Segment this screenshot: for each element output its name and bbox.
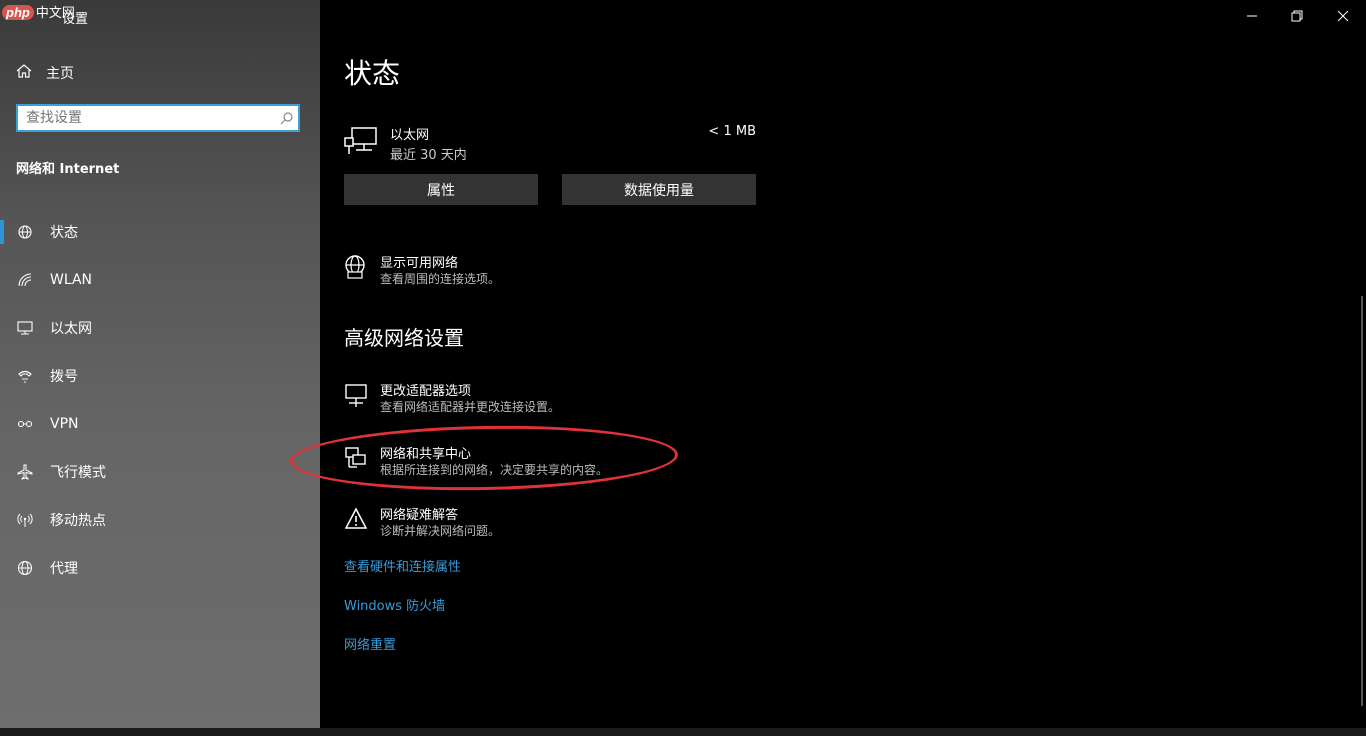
sharing-center-subtitle: 根据所连接到的网络，决定要共享的内容。	[380, 463, 609, 477]
minimize-button[interactable]	[1240, 6, 1264, 26]
close-icon	[1337, 7, 1349, 26]
globe-network-icon	[344, 254, 368, 280]
sidebar-item-airplane[interactable]: 飞行模式	[0, 448, 320, 496]
scrollbar[interactable]	[1361, 296, 1363, 706]
home-label: 主页	[46, 66, 74, 82]
sidebar: php中文网 设置 主页 网络和 Internet 状态 WLAN	[0, 0, 320, 736]
data-usage-button[interactable]: 数据使用量	[562, 174, 756, 205]
globe-icon	[16, 559, 34, 577]
sidebar-item-label: 移动热点	[50, 513, 106, 529]
ethernet-icon	[16, 319, 34, 337]
ethernet-status: 以太网 最近 30 天内 < 1 MB	[344, 122, 756, 163]
warning-icon	[344, 506, 368, 532]
sidebar-item-hotspot[interactable]: 移动热点	[0, 496, 320, 544]
show-networks-title: 显示可用网络	[380, 256, 459, 271]
restore-button[interactable]	[1285, 6, 1309, 26]
section-title: 网络和 Internet	[16, 162, 120, 177]
show-networks-subtitle: 查看周围的连接选项。	[380, 272, 501, 286]
sidebar-item-label: 拨号	[50, 369, 78, 385]
adapter-icon	[344, 382, 368, 408]
window-title: 设置	[62, 12, 89, 27]
sharing-center-title: 网络和共享中心	[380, 447, 472, 462]
airplane-icon	[16, 463, 34, 481]
restore-icon	[1291, 7, 1303, 26]
search-box[interactable]	[16, 104, 300, 132]
hotspot-icon	[16, 511, 34, 529]
close-button[interactable]	[1331, 6, 1355, 26]
sidebar-item-proxy[interactable]: 代理	[0, 544, 320, 592]
ethernet-usage: < 1 MB	[708, 124, 756, 139]
main-content: 状态 以太网 最近 30 天内 < 1 MB 属性 数据使用量 显示可用网络 查…	[289, 0, 1366, 736]
sidebar-item-label: 以太网	[50, 321, 92, 337]
troubleshoot-subtitle: 诊断并解决网络问题。	[380, 524, 501, 538]
sidebar-item-label: 状态	[50, 225, 78, 241]
status-icon	[16, 223, 34, 241]
sidebar-item-label: 飞行模式	[50, 465, 106, 481]
sidebar-home[interactable]: 主页	[16, 60, 74, 86]
sidebar-nav: 状态 WLAN 以太网 拨号 VPN 飞行模式 移动热点 代理	[0, 208, 320, 592]
properties-button[interactable]: 属性	[344, 174, 538, 205]
ethernet-name: 以太网	[390, 128, 430, 143]
dialup-icon	[16, 367, 34, 385]
home-icon	[16, 63, 32, 83]
sidebar-item-wlan[interactable]: WLAN	[0, 256, 320, 304]
troubleshoot-title: 网络疑难解答	[380, 508, 459, 523]
sidebar-item-status[interactable]: 状态	[0, 208, 320, 256]
vpn-icon	[16, 415, 34, 433]
sharing-center-icon	[344, 445, 368, 471]
sidebar-item-label: VPN	[50, 416, 79, 432]
page-title: 状态	[344, 57, 401, 90]
taskbar	[0, 728, 1366, 736]
adapter-options-subtitle: 查看网络适配器并更改连接设置。	[380, 400, 561, 414]
sidebar-item-vpn[interactable]: VPN	[0, 400, 320, 448]
sidebar-item-ethernet[interactable]: 以太网	[0, 304, 320, 352]
sidebar-item-label: WLAN	[50, 272, 93, 288]
network-reset-link[interactable]: 网络重置	[344, 634, 396, 653]
advanced-settings-title: 高级网络设置	[344, 326, 464, 350]
minimize-icon	[1246, 7, 1258, 26]
ethernet-period: 最近 30 天内	[390, 148, 467, 163]
sidebar-item-label: 代理	[50, 561, 78, 577]
search-input[interactable]	[18, 106, 276, 130]
firewall-link[interactable]: Windows 防火墙	[344, 595, 445, 614]
adapter-options-title: 更改适配器选项	[380, 384, 472, 399]
ethernet-icon	[344, 126, 378, 160]
search-icon[interactable]	[276, 111, 298, 125]
sidebar-item-dialup[interactable]: 拨号	[0, 352, 320, 400]
wifi-icon	[16, 271, 34, 289]
hardware-properties-link[interactable]: 查看硬件和连接属性	[344, 556, 461, 575]
watermark-brand: php	[2, 5, 34, 20]
